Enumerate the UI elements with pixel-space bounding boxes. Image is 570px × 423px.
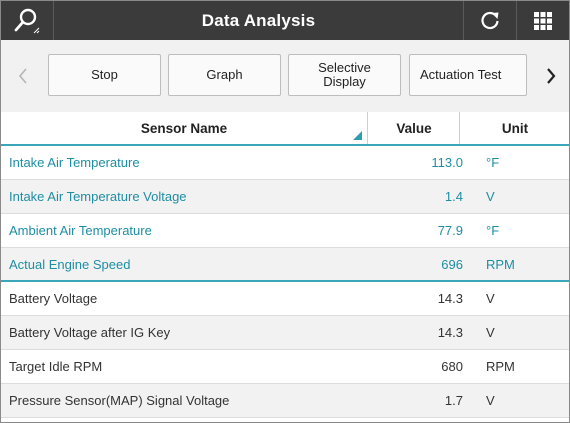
chevron-left-icon xyxy=(18,68,27,84)
search-icon xyxy=(14,8,40,33)
column-header-sensor-name[interactable]: Sensor Name xyxy=(1,112,367,144)
sensor-name-cell: Battery Voltage xyxy=(9,291,98,306)
table-row[interactable]: Ambient Air Temperature 77.9 °F xyxy=(1,214,569,248)
sensor-value-cell: 696 xyxy=(441,257,463,272)
sensor-unit-cell: V xyxy=(486,325,495,340)
sensor-name-cell: Actual Engine Speed xyxy=(9,257,131,272)
search-button[interactable] xyxy=(1,1,54,40)
sensor-value-cell: 14.3 xyxy=(437,291,463,306)
sensor-name-cell: Battery Voltage after IG Key xyxy=(9,325,171,340)
title-bar: Data Analysis xyxy=(1,1,569,40)
sensor-value-cell: 680 xyxy=(441,359,463,374)
table-row[interactable]: Pressure Sensor(MAP) Signal Voltage 1.7 V xyxy=(1,384,569,418)
sensor-name-cell: Pressure Sensor(MAP) Signal Voltage xyxy=(9,393,230,408)
table-row[interactable]: Actual Engine Speed 696 RPM xyxy=(1,248,569,282)
chevron-right-icon xyxy=(547,68,556,84)
table-row[interactable]: Target Idle RPM 680 RPM xyxy=(1,350,569,384)
sort-indicator-icon[interactable] xyxy=(353,131,362,140)
sensor-value-cell: 77.9 xyxy=(437,223,463,238)
selective-display-button[interactable]: Selective Display xyxy=(288,54,401,96)
sensor-unit-cell: RPM xyxy=(486,257,515,272)
sensor-table-body: Intake Air Temperature 113.0 °F Intake Air … xyxy=(1,146,569,418)
stop-button[interactable]: Stop xyxy=(48,54,161,96)
page-title: Data Analysis xyxy=(201,10,316,30)
refresh-button[interactable] xyxy=(463,1,516,40)
scroll-right-button[interactable] xyxy=(533,40,569,112)
scroll-left-button[interactable] xyxy=(5,40,41,112)
graph-button[interactable]: Graph xyxy=(168,54,281,96)
sensor-unit-cell: V xyxy=(486,291,495,306)
toolbar: Stop Graph Selective Display Actuation T… xyxy=(1,40,569,113)
table-row[interactable]: Intake Air Temperature Voltage 1.4 V xyxy=(1,180,569,214)
grid-menu-button[interactable] xyxy=(516,1,569,40)
sensor-name-cell: Target Idle RPM xyxy=(9,359,103,374)
sensor-value-cell: 1.4 xyxy=(444,189,463,204)
sensor-name-cell: Intake Air Temperature xyxy=(9,155,140,170)
table-row[interactable]: Battery Voltage after IG Key 14.3 V xyxy=(1,316,569,350)
sensor-value-cell: 1.7 xyxy=(444,393,463,408)
sensor-unit-cell: °F xyxy=(486,155,500,170)
sensor-value-cell: 14.3 xyxy=(437,325,463,340)
app-window: Data Analysis Stop Graph Selective Displ… xyxy=(0,0,570,423)
sensor-unit-cell: V xyxy=(486,393,495,408)
sensor-value-cell: 113.0 xyxy=(431,155,463,170)
grid-menu-icon xyxy=(534,11,552,30)
sensor-name-cell: Ambient Air Temperature xyxy=(9,223,152,238)
sensor-unit-cell: RPM xyxy=(486,359,515,374)
column-header-value[interactable]: Value xyxy=(367,112,460,144)
sensor-unit-cell: °F xyxy=(486,223,500,238)
column-header-unit[interactable]: Unit xyxy=(459,112,569,144)
table-row[interactable]: Battery Voltage 14.3 V xyxy=(1,282,569,316)
table-row[interactable]: Intake Air Temperature 113.0 °F xyxy=(1,146,569,180)
sensor-unit-cell: V xyxy=(486,189,495,204)
refresh-icon xyxy=(481,11,499,29)
sensor-name-cell: Intake Air Temperature Voltage xyxy=(9,189,187,204)
table-header: Sensor Name Value Unit xyxy=(1,112,569,146)
actuation-test-button[interactable]: Actuation Test xyxy=(409,54,527,96)
